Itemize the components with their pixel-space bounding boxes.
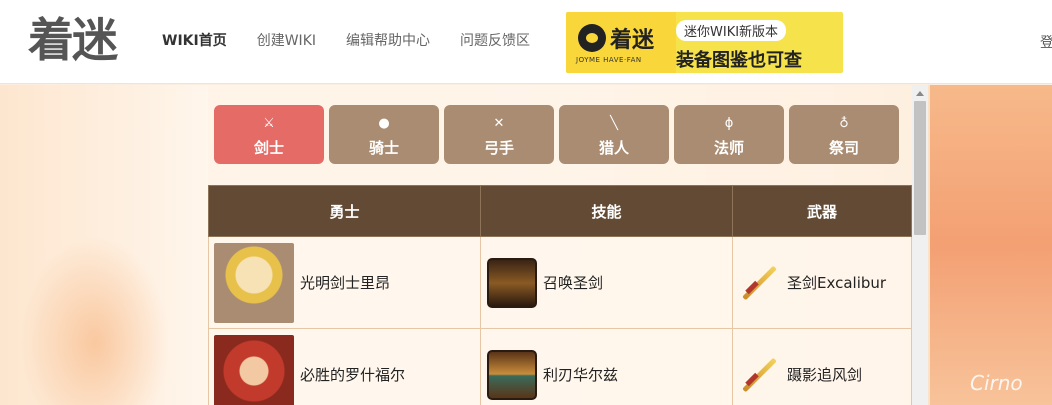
hero-cell[interactable]: 光明剑士里昂 [208,236,481,329]
hero-name[interactable]: 光明剑士里昂 [300,272,390,293]
helmet-icon: ● [378,116,390,131]
skill-name: 召唤圣剑 [543,274,604,292]
staff-icon: ϕ [724,116,734,131]
banner-headline: 装备图鉴也可查 [676,50,802,71]
site-logo[interactable]: 着迷 [28,12,140,68]
column-header-weapon: 武器 [732,185,912,237]
skill-icon[interactable] [487,349,537,400]
tab-priest[interactable]: ♁ 祭司 [789,105,899,164]
ankh-icon: ♁ [839,116,849,131]
skill-icon[interactable] [487,257,537,308]
background-art-right [930,85,1052,405]
hero-portrait[interactable] [214,242,294,323]
scroll-thumb[interactable] [914,101,926,235]
table-row: 光明剑士里昂 召唤圣剑 圣剑Excalibur [208,236,912,329]
top-bar: 着迷 WIKI首页 创建WIKI 编辑帮助中心 问题反馈区 着迷 JOYME H… [0,0,1052,84]
nav-wiki-home[interactable]: WIKI首页 [162,30,227,52]
weapon-name[interactable]: 蹑影追风剑 [787,364,862,385]
bow-icon: ✕ [493,116,505,131]
column-header-hero: 勇士 [208,185,481,237]
tab-archer[interactable]: ✕ 弓手 [444,105,554,164]
table-row: 必胜的罗什福尔 利刃华尔兹 蹑影追风剑 [208,328,912,405]
tab-swordsman[interactable]: ⚔ 剑士 [214,105,324,164]
tab-label: 弓手 [483,139,514,157]
class-tabs: ⚔ 剑士 ● 骑士 ✕ 弓手 ╲ 猎人 ϕ 法师 ♁ 祭司 [214,105,904,164]
weapon-cell: 圣剑Excalibur [732,236,912,329]
dagger-icon: ╲ [610,116,618,131]
table-header-row: 勇士 技能 武器 [208,185,912,237]
banner-brand: 着迷 [610,28,655,53]
tab-label: 祭司 [828,139,859,157]
sword-icon: ⚔ [263,116,275,131]
hero-cell[interactable]: 必胜的罗什福尔 [208,328,481,405]
tab-label: 法师 [713,139,744,157]
tab-label: 剑士 [253,139,284,157]
hero-table: 勇士 技能 武器 光明剑士里昂 召唤圣剑 圣剑Excalibur 必胜的罗什福尔… [208,185,912,405]
nav-create-wiki[interactable]: 创建WIKI [257,30,316,52]
skill-cell: 召唤圣剑 [480,236,733,329]
banner-logo-icon [578,24,606,52]
hero-panel: ⚔ 剑士 ● 骑士 ✕ 弓手 ╲ 猎人 ϕ 法师 ♁ 祭司 勇士 技能 武器 光… [208,85,912,405]
nav-edit-help[interactable]: 编辑帮助中心 [346,30,430,52]
hero-portrait[interactable] [214,334,294,405]
login-link[interactable]: 登 [1040,32,1052,52]
weapon-cell: 蹑影追风剑 [732,328,912,405]
skill-cell: 利刃华尔兹 [480,328,733,405]
tab-mage[interactable]: ϕ 法师 [674,105,784,164]
tab-label: 骑士 [368,139,399,157]
promo-banner[interactable]: 着迷 JOYME HAVE·FAN 迷你WIKI新版本 装备图鉴也可查 [566,12,843,73]
background-signature: Cirno [970,371,1023,395]
weapon-icon[interactable] [739,355,779,395]
banner-tag: 迷你WIKI新版本 [676,20,787,41]
nav-feedback[interactable]: 问题反馈区 [460,30,530,52]
weapon-name[interactable]: 圣剑Excalibur [787,272,886,293]
scroll-up-arrow-icon[interactable] [916,91,924,96]
column-header-skill: 技能 [480,185,733,237]
tab-hunter[interactable]: ╲ 猎人 [559,105,669,164]
main-nav: WIKI首页 创建WIKI 编辑帮助中心 问题反馈区 [162,30,560,52]
weapon-icon[interactable] [739,263,779,303]
tab-knight[interactable]: ● 骑士 [329,105,439,164]
background-art-left [20,235,170,405]
tab-label: 猎人 [598,139,629,157]
panel-scrollbar[interactable] [912,85,928,405]
skill-name: 利刃华尔兹 [543,366,619,384]
hero-name[interactable]: 必胜的罗什福尔 [300,364,405,385]
banner-sub: JOYME HAVE·FAN [576,56,642,64]
